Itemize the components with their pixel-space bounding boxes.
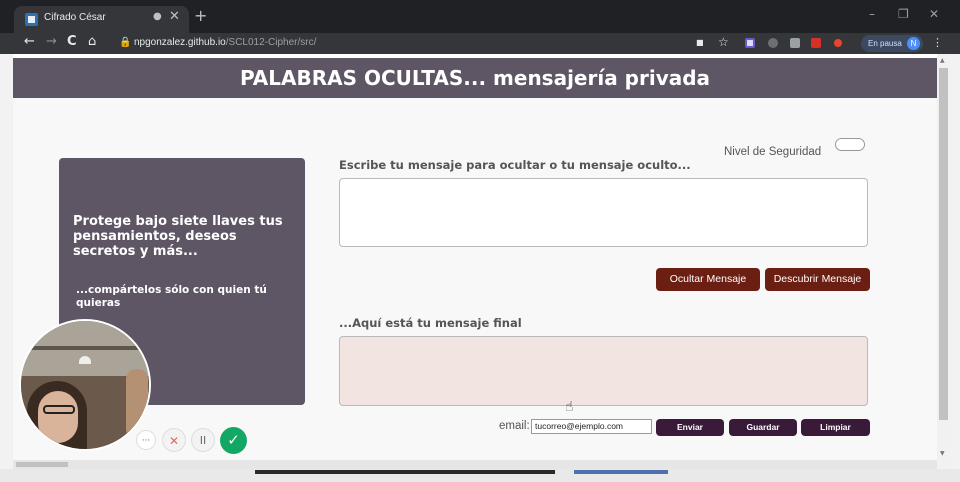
extension-icon[interactable] — [745, 38, 755, 48]
puzzle-extension-icon[interactable] — [790, 38, 800, 48]
url-text: npgonzalez.github.io/SCL012-Cipher/src/ — [134, 37, 317, 48]
security-level-label: Nivel de Seguridad — [724, 146, 822, 158]
email-label: email: — [499, 420, 530, 432]
strip-bar-accent — [574, 470, 668, 474]
scroll-up-icon[interactable]: ▲ — [940, 57, 945, 64]
browser-tab[interactable]: Cifrado César ● ✕ — [14, 6, 189, 33]
clear-button[interactable]: Limpiar — [801, 419, 870, 436]
sidebar-headline: Protege bajo siete llaves tus pensamient… — [73, 214, 283, 259]
save-button[interactable]: Guardar — [729, 419, 797, 436]
reveal-message-button[interactable]: Descubrir Mensaje — [765, 268, 870, 291]
tab-close-icon[interactable]: ✕ — [169, 9, 180, 24]
profile-paused-badge[interactable]: En pausa N — [861, 35, 923, 52]
output-message-label: ...Aquí está tu mensaje final — [339, 316, 522, 330]
horizontal-scroll-thumb[interactable] — [16, 462, 68, 467]
strip-bar — [255, 470, 555, 474]
shield-extension-icon[interactable] — [768, 38, 778, 48]
email-input[interactable]: tucorreo@ejemplo.com — [531, 419, 652, 434]
bottom-strip — [0, 469, 960, 482]
address-bar[interactable]: 🔒 npgonzalez.github.io/SCL012-Cipher/src… — [106, 34, 841, 53]
minimize-icon[interactable]: – — [869, 7, 875, 21]
security-level-toggle[interactable] — [835, 138, 865, 151]
horizontal-scrollbar[interactable] — [13, 460, 937, 469]
pdf-extension-icon[interactable] — [811, 38, 821, 48]
recording-indicator-icon: ● — [153, 11, 162, 22]
browser-toolbar: ← → C ⌂ 🔒 npgonzalez.github.io/SCL012-Ci… — [0, 33, 960, 54]
profile-avatar: N — [907, 37, 920, 50]
lock-icon: 🔒 — [119, 37, 132, 48]
tab-title: Cifrado César — [44, 12, 106, 23]
forward-icon[interactable]: → — [46, 34, 57, 49]
web-page: PALABRAS OCULTAS... mensajería privada N… — [13, 54, 937, 467]
reload-icon[interactable]: C — [67, 34, 77, 49]
bookmark-star-icon[interactable]: ☆ — [718, 35, 729, 49]
hide-message-button[interactable]: Ocultar Mensaje — [656, 268, 760, 291]
new-tab-button[interactable]: + — [194, 8, 207, 24]
vertical-scroll-thumb[interactable] — [939, 68, 948, 420]
window-close-icon[interactable]: ✕ — [929, 7, 939, 21]
record-extension-icon[interactable] — [834, 39, 842, 47]
sidebar-subline: ...compártelos sólo con quien tú quieras — [76, 284, 267, 309]
restore-icon[interactable]: ❐ — [898, 7, 909, 21]
send-button[interactable]: Enviar — [656, 419, 724, 436]
page-title: PALABRAS OCULTAS... mensajería privada — [13, 58, 937, 98]
back-icon[interactable]: ← — [24, 34, 35, 49]
home-icon[interactable]: ⌂ — [88, 34, 96, 49]
message-input[interactable] — [339, 178, 868, 247]
hand-pointer-icon: ☝ — [565, 399, 574, 415]
camera-icon[interactable]: ■ — [696, 38, 704, 47]
webcam-bubble[interactable] — [19, 319, 151, 451]
recorder-finish-button[interactable]: ✓ — [220, 427, 247, 454]
site-favicon-icon — [25, 13, 38, 26]
input-message-label: Escribe tu mensaje para ocultar o tu men… — [339, 158, 691, 172]
message-output[interactable] — [339, 336, 868, 406]
recorder-more-button[interactable]: ··· — [136, 430, 156, 450]
scroll-down-icon[interactable]: ▼ — [940, 450, 945, 457]
recorder-cancel-button[interactable]: ✕ — [162, 428, 186, 452]
browser-tab-bar: Cifrado César ● ✕ + – ❐ ✕ — [0, 0, 960, 33]
recorder-pause-button[interactable]: II — [191, 428, 215, 452]
browser-menu-icon[interactable]: ⋮ — [932, 36, 943, 49]
vertical-scrollbar[interactable]: ▲ ▼ — [937, 54, 950, 467]
